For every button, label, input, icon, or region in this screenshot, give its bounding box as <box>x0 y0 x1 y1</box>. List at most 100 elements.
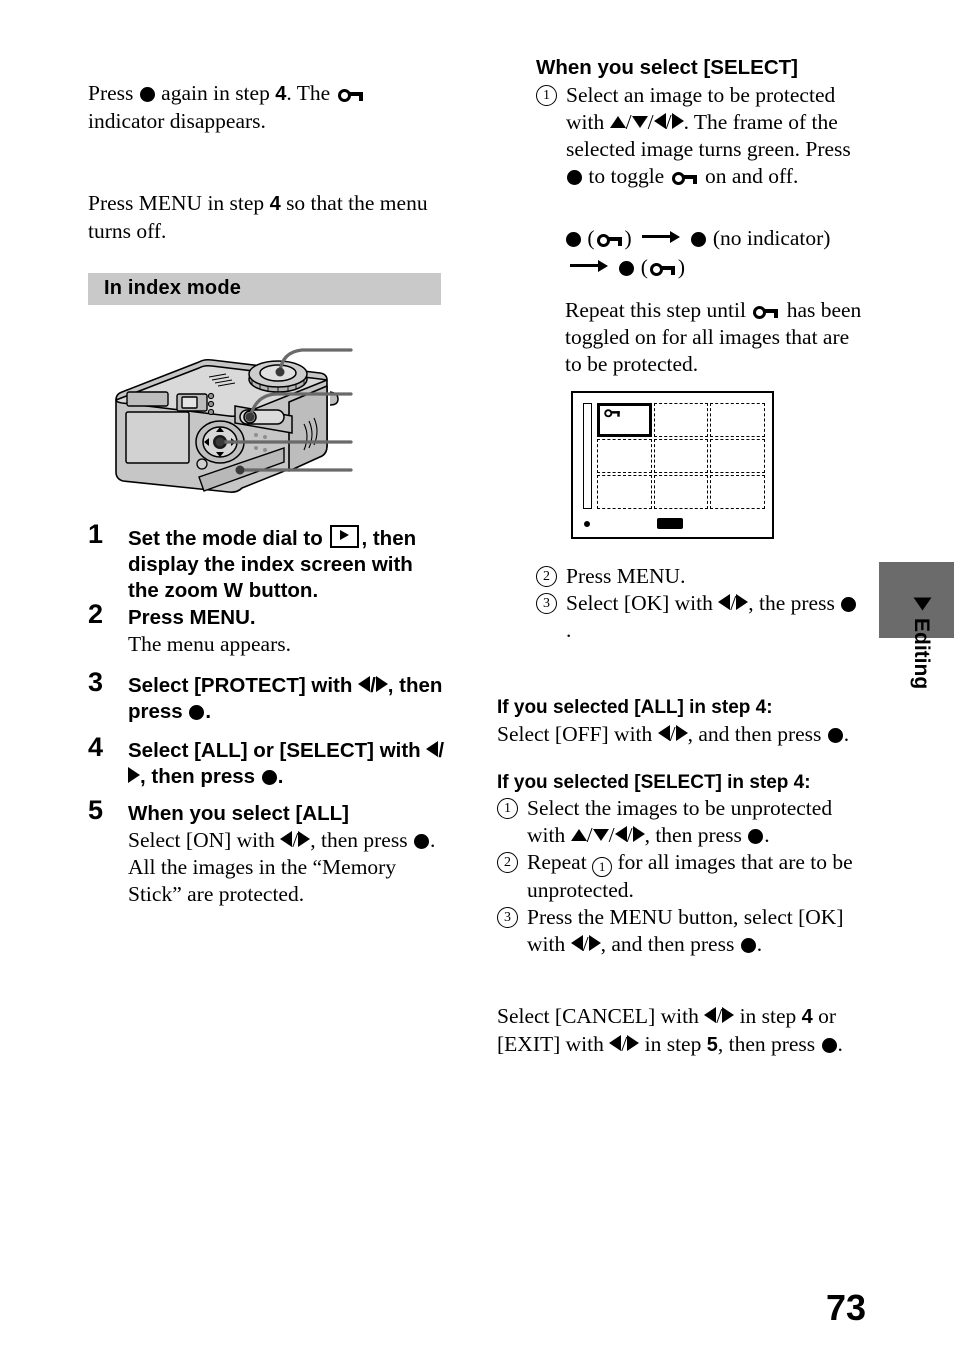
right-arrow-icon <box>627 1035 640 1051</box>
step-5-text-c: . <box>429 828 436 852</box>
step-5-sub-select-on: Select [ON] with /, then press . <box>128 828 436 852</box>
index-status-dot <box>584 521 590 527</box>
step-3-heading: Select [PROTECT] with /, then press . <box>128 674 443 723</box>
left-arrow-icon <box>280 831 293 847</box>
control-button-icon <box>189 705 205 720</box>
index-screen-illustration <box>571 391 774 539</box>
index-cell-selected <box>597 403 652 437</box>
cancel-note-text-5: , then press <box>717 1032 821 1056</box>
step-4: 4 Select [ALL] or [SELECT] with /, then … <box>88 734 448 790</box>
step-1-heading: Set the mode dial to , then display the … <box>128 525 448 604</box>
control-button-icon <box>619 261 635 276</box>
cancel-step-ref-4: 4 <box>801 1006 813 1028</box>
right-arrow-icon <box>632 826 645 842</box>
step-5-number: 5 <box>88 795 104 825</box>
heading-if-selected-all: If you selected [ALL] in step 4: <box>497 697 773 718</box>
select-step-1-text-4: on and off. <box>699 164 799 188</box>
step-3: 3 Select [PROTECT] with /, then press . <box>88 669 448 725</box>
camera-diagram-svg <box>115 348 353 493</box>
step-4-text-b: , then press <box>140 765 261 788</box>
section-heading-label: In index mode <box>104 277 242 299</box>
index-cell <box>653 475 709 509</box>
down-arrow-icon <box>592 829 609 841</box>
text-indicator-disappears: indicator disappears. <box>88 109 266 133</box>
protect-key-icon <box>596 233 623 247</box>
text-again-in-step: again in step <box>155 81 276 105</box>
unprotect-1-text-3: . <box>764 823 770 847</box>
unprotect-1-text-2: , then press <box>644 823 748 847</box>
up-arrow-icon <box>609 116 626 128</box>
circled-number-inline-1: 1 <box>592 857 613 877</box>
heading-if-selected-select: If you selected [SELECT] in step 4: <box>497 772 811 793</box>
left-arrow-icon <box>358 676 371 692</box>
step-2-number: 2 <box>88 599 104 629</box>
select-step-1-text-3: to toggle <box>583 164 670 188</box>
step-1-text-a: Set the mode dial to <box>128 527 329 550</box>
index-thumbnail-grid <box>597 403 765 509</box>
arrow-right-icon <box>642 231 681 243</box>
step-1-number: 1 <box>88 519 104 549</box>
index-cell <box>597 475 652 509</box>
toggle-no-indicator-label: (no indicator) <box>712 226 831 250</box>
index-cell <box>597 439 652 473</box>
text-press: Press <box>88 81 139 105</box>
control-button-icon <box>740 938 756 953</box>
control-button-icon <box>821 1038 837 1053</box>
step-4-number: 4 <box>88 732 104 762</box>
circled-number-1: 1 <box>497 798 518 819</box>
control-button-icon <box>748 829 764 844</box>
toggle-state-diagram: () (no indicator) () <box>565 224 865 282</box>
left-arrow-icon <box>614 826 627 842</box>
playback-mode-icon <box>330 525 360 548</box>
step-5-text-a: Select [ON] with <box>128 828 281 852</box>
select-step-3-text-2: , the press <box>748 591 841 615</box>
left-arrow-icon <box>653 113 666 129</box>
circled-number-2: 2 <box>497 852 518 873</box>
circled-number-1: 1 <box>536 85 557 106</box>
right-arrow-icon <box>736 594 749 610</box>
manual-page: Press again in step 4. The indicator dis… <box>0 0 954 1357</box>
control-button-icon <box>691 232 707 247</box>
select-step-3-text-3: . <box>566 618 572 642</box>
select-step-2-item: 2 Press MENU. <box>536 563 861 590</box>
select-step-1-item: 1 Select an image to be protected with /… <box>536 82 861 190</box>
paragraph-menu-off: Press MENU in step 4 so that the menu tu… <box>88 190 458 245</box>
unprotect-3-text-3: . <box>756 932 763 956</box>
right-arrow-icon <box>375 676 388 692</box>
arrow-right-icon <box>570 260 608 272</box>
step-3-number: 3 <box>88 667 104 697</box>
chapter-tab-label: Editing <box>901 595 941 725</box>
cancel-note-text-1: Select [CANCEL] with <box>497 1004 705 1028</box>
unprotect-item-3: 3 Press the MENU button, select [OK] wit… <box>497 904 857 958</box>
unprotect-2-text-1: Repeat <box>527 850 593 874</box>
up-arrow-icon <box>570 829 587 841</box>
select-step-4-list: 1 Select the images to be unprotected wi… <box>497 795 857 958</box>
step-ref-4: 4 <box>275 83 287 105</box>
step-2-heading: Press MENU. <box>128 606 256 629</box>
right-arrow-icon <box>588 935 601 951</box>
select-step-2-text: Press MENU. <box>566 564 686 588</box>
select-step-3-text-1: Select [OK] with <box>566 591 719 615</box>
camera-illustration <box>104 336 374 511</box>
protect-key-icon <box>337 88 364 102</box>
control-button-icon <box>139 87 155 102</box>
section-heading-in-index-mode: In index mode <box>88 273 441 305</box>
text-so-that-menu: so that the menu <box>280 191 428 215</box>
index-cell <box>653 439 709 473</box>
unprotect-item-1: 1 Select the images to be unprotected wi… <box>497 795 857 849</box>
left-arrow-icon <box>718 594 731 610</box>
all-body-text-2: , and then press <box>687 722 827 746</box>
left-arrow-icon <box>426 741 439 757</box>
index-cell <box>710 403 765 437</box>
index-scrollbar <box>583 403 592 509</box>
right-arrow-icon <box>298 831 311 847</box>
paragraph-repeat-note: Repeat this step until has been toggled … <box>565 297 865 378</box>
step-5-sub-all-protected: All the images in the “Memory Stick” are… <box>128 855 397 906</box>
index-menu-bar <box>657 518 683 529</box>
index-cell <box>710 475 765 509</box>
all-body-text-3: . <box>843 722 850 746</box>
control-button-icon <box>841 597 857 612</box>
repeat-note-text-a: Repeat this step until <box>565 298 752 322</box>
step-4-text-a: Select [ALL] or [SELECT] with <box>128 739 427 762</box>
text-press-menu-in-step: Press MENU in step <box>88 191 270 215</box>
